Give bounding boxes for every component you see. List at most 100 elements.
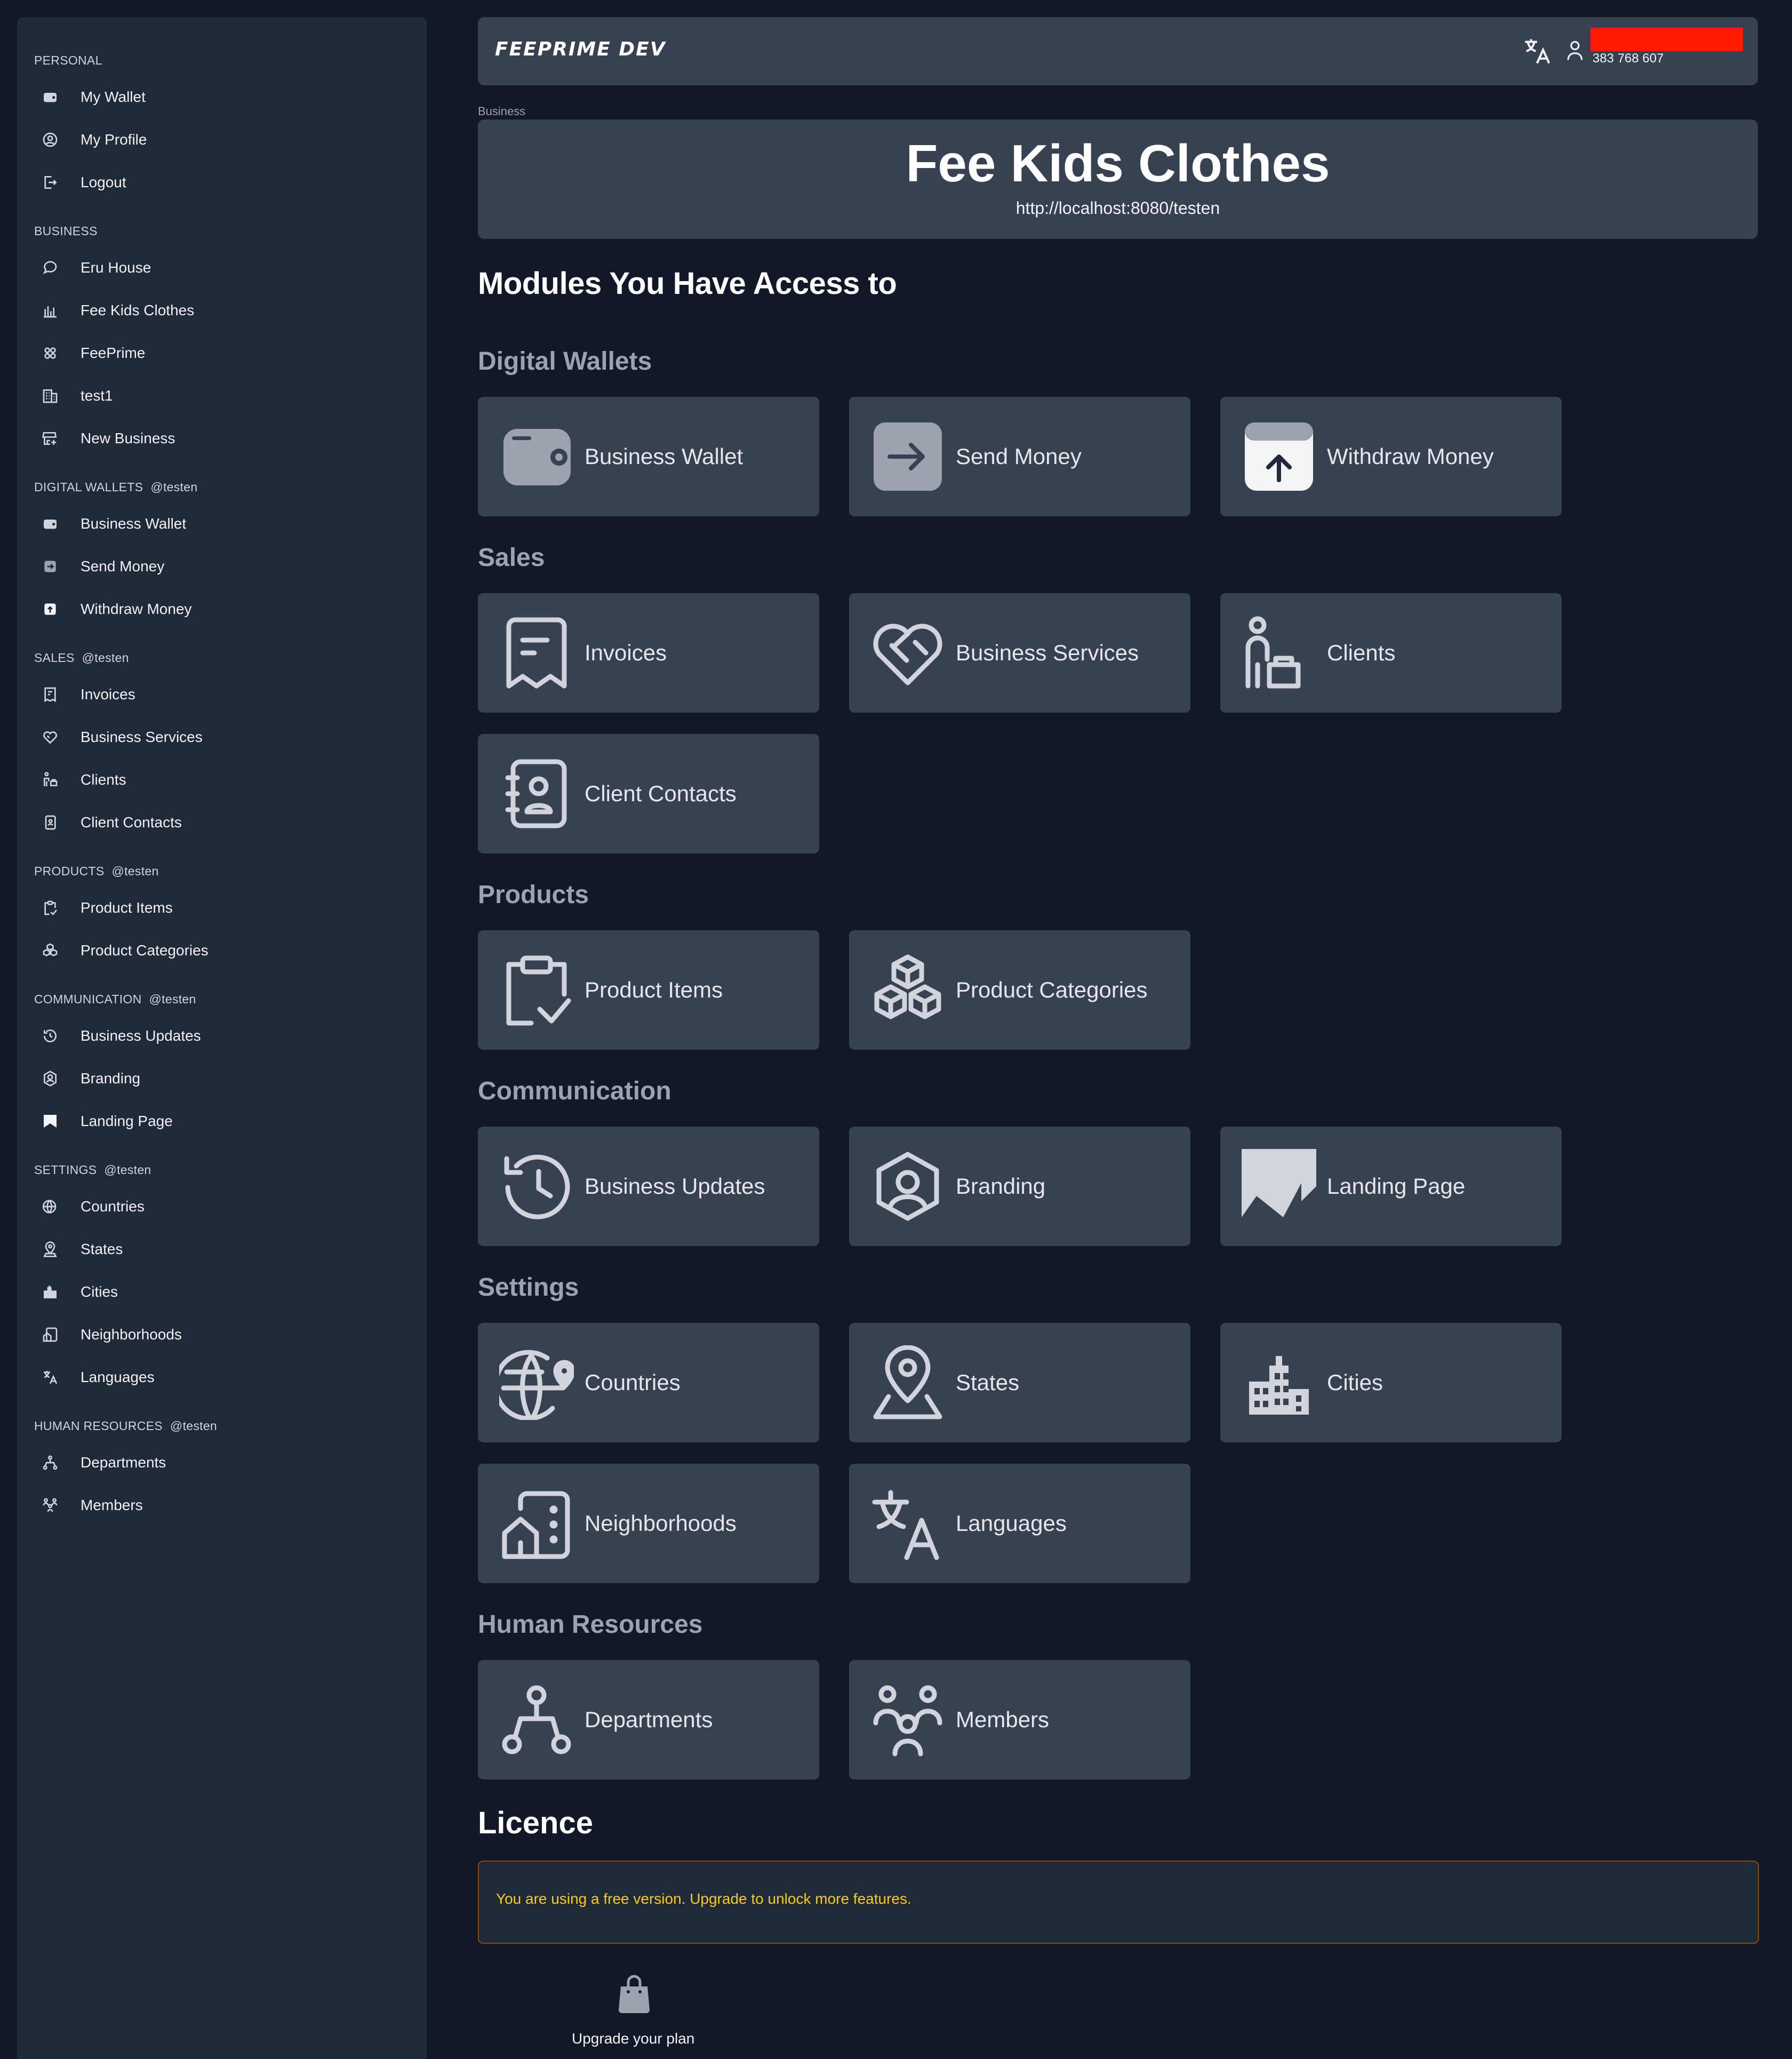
module-card-label: Cities [1327, 1370, 1383, 1395]
module-card-label: Invoices [585, 640, 667, 665]
shopping-bag-icon[interactable] [618, 1975, 651, 2014]
sidebar-item-label: Members [81, 1497, 143, 1513]
neighborhood-icon [42, 1326, 59, 1343]
redacted-username [1590, 28, 1743, 51]
module-card-product-categories[interactable]: Product Categories [849, 930, 1190, 1050]
sidebar-item-feeprime[interactable]: FeePrime [17, 334, 427, 372]
licence-message: You are using a free version. Upgrade to… [496, 1890, 911, 1907]
clipboard-check-icon [499, 953, 574, 1027]
module-card-clients[interactable]: Clients [1220, 593, 1562, 713]
module-card-client-contacts[interactable]: Client Contacts [478, 734, 819, 853]
breadcrumb: Business [478, 105, 526, 118]
sidebar-item-label: My Profile [81, 131, 147, 148]
sidebar-section-digital-wallets: DIGITAL WALLETS @testen [34, 480, 198, 494]
module-card-business-wallet[interactable]: Business Wallet [478, 397, 819, 516]
wallet-icon [42, 515, 59, 532]
grid-icon [42, 345, 59, 362]
sidebar-item-states[interactable]: States [17, 1230, 427, 1268]
users-group-icon [42, 1497, 59, 1514]
sidebar-item-client-contacts[interactable]: Client Contacts [17, 803, 427, 842]
upgrade-plan-link[interactable]: Upgrade your plan [572, 2030, 694, 2047]
sidebar-item-cities[interactable]: Cities [17, 1273, 427, 1311]
app-logo[interactable]: FEEPRIME DEV [495, 38, 666, 60]
user-icon[interactable] [1566, 38, 1584, 62]
chat-icon [42, 259, 59, 276]
module-card-departments[interactable]: Departments [478, 1660, 819, 1779]
sidebar-section-personal: PERSONAL [34, 53, 102, 67]
page-title: Fee Kids Clothes [906, 134, 1330, 193]
module-card-business-services[interactable]: Business Services [849, 593, 1190, 713]
module-card-neighborhoods[interactable]: Neighborhoods [478, 1464, 819, 1583]
sidebar-item-departments[interactable]: Departments [17, 1443, 427, 1482]
sidebar-item-eru-house[interactable]: Eru House [17, 249, 427, 287]
store-add-icon [42, 430, 59, 447]
module-card-label: States [956, 1370, 1020, 1395]
sidebar-item-business-wallet[interactable]: Business Wallet [17, 505, 427, 543]
sidebar-item-fee-kids-clothes[interactable]: Fee Kids Clothes [17, 291, 427, 330]
category-title-sales: Sales [478, 544, 545, 572]
sidebar-section-business: BUSINESS [34, 224, 98, 238]
bar-chart-icon [42, 302, 59, 319]
sidebar-item-business-services[interactable]: Business Services [17, 718, 427, 756]
sidebar-item-logout[interactable]: Logout [17, 163, 427, 202]
hierarchy-icon [499, 1682, 574, 1757]
city-icon [42, 1283, 59, 1300]
module-card-label: Departments [585, 1707, 713, 1732]
business-banner: Fee Kids Clothes http://localhost:8080/t… [478, 119, 1758, 239]
globe-pin-icon [499, 1345, 574, 1420]
sidebar-item-label: Eru House [81, 259, 151, 276]
sidebar-item-landing-page[interactable]: Landing Page [17, 1102, 427, 1140]
licence-alert: You are using a free version. Upgrade to… [478, 1861, 1759, 1944]
sidebar-item-withdraw-money[interactable]: Withdraw Money [17, 590, 427, 628]
globe-pin-icon [42, 1198, 59, 1215]
module-card-members[interactable]: Members [849, 1660, 1190, 1779]
sidebar-item-send-money[interactable]: Send Money [17, 547, 427, 586]
module-card-states[interactable]: States [849, 1323, 1190, 1442]
category-title-communication: Communication [478, 1077, 671, 1105]
translate-icon[interactable] [1521, 35, 1553, 67]
sidebar-item-languages[interactable]: Languages [17, 1358, 427, 1396]
module-card-countries[interactable]: Countries [478, 1323, 819, 1442]
user-phone[interactable]: 383 768 607 [1593, 51, 1663, 66]
sidebar-item-label: Business Updates [81, 1027, 201, 1044]
module-card-product-items[interactable]: Product Items [478, 930, 819, 1050]
sidebar-item-label: Languages [81, 1369, 155, 1385]
sidebar-item-invoices[interactable]: Invoices [17, 675, 427, 714]
sidebar-item-neighborhoods[interactable]: Neighborhoods [17, 1315, 427, 1354]
sidebar-item-product-categories[interactable]: Product Categories [17, 931, 427, 970]
sidebar-item-label: New Business [81, 430, 175, 446]
module-card-label: Business Updates [585, 1174, 765, 1199]
sidebar-item-business-updates[interactable]: Business Updates [17, 1017, 427, 1055]
sidebar-section-sales: SALES @testen [34, 651, 129, 665]
module-card-branding[interactable]: Branding [849, 1127, 1190, 1246]
sidebar-item-new-business[interactable]: New Business [17, 419, 427, 458]
boxes-icon [870, 953, 945, 1027]
module-card-send-money[interactable]: Send Money [849, 397, 1190, 516]
language-icon [870, 1486, 945, 1561]
module-card-landing-page[interactable]: Landing Page [1220, 1127, 1562, 1246]
module-card-label: Product Items [585, 977, 723, 1002]
sidebar-item-clients[interactable]: Clients [17, 761, 427, 799]
module-card-invoices[interactable]: Invoices [478, 593, 819, 713]
module-card-withdraw-money[interactable]: Withdraw Money [1220, 397, 1562, 516]
sidebar-item-label: Product Categories [81, 942, 209, 959]
sidebar-item-branding[interactable]: Branding [17, 1059, 427, 1098]
sidebar-item-product-items[interactable]: Product Items [17, 889, 427, 927]
module-card-languages[interactable]: Languages [849, 1464, 1190, 1583]
bookmark-icon [1242, 1149, 1316, 1224]
sidebar-item-members[interactable]: Members [17, 1486, 427, 1525]
sidebar-item-label: Product Items [81, 899, 173, 916]
sidebar-item-label: Departments [81, 1454, 166, 1471]
sidebar-item-my-profile[interactable]: My Profile [17, 121, 427, 159]
user-circle-icon [42, 131, 59, 148]
module-card-cities[interactable]: Cities [1220, 1323, 1562, 1442]
wallet-icon [499, 419, 574, 494]
business-url[interactable]: http://localhost:8080/testen [478, 198, 1758, 218]
sidebar-item-my-wallet[interactable]: My Wallet [17, 78, 427, 116]
sidebar-item-countries[interactable]: Countries [17, 1187, 427, 1226]
module-card-label: Branding [956, 1174, 1046, 1199]
sidebar-item-test1[interactable]: test1 [17, 377, 427, 415]
module-card-business-updates[interactable]: Business Updates [478, 1127, 819, 1246]
top-header: FEEPRIME DEV 383 768 607 [478, 17, 1758, 85]
address-book-icon [42, 814, 59, 831]
